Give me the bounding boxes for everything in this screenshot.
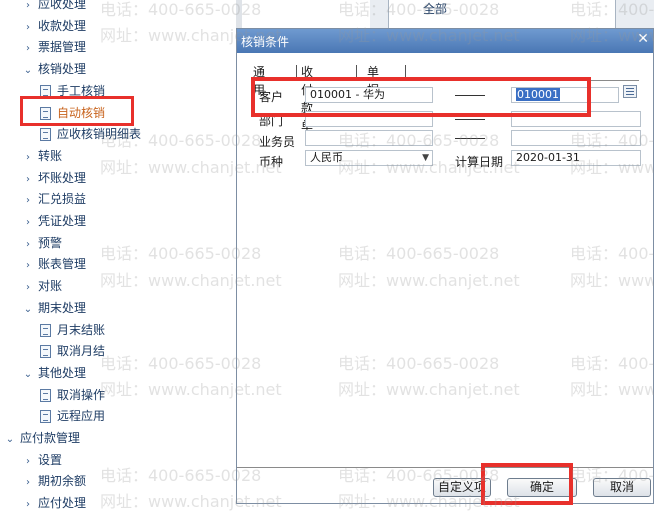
calc-date-label: 计算日期 — [455, 155, 504, 169]
document-icon — [40, 128, 51, 142]
tree-item-label: 取消月结 — [57, 344, 106, 359]
tree-item-label: 票据管理 — [38, 40, 87, 55]
range-dash — [455, 119, 485, 120]
dialog-title: 核销条件 — [241, 35, 290, 49]
tree-item-label: 预警 — [38, 235, 63, 250]
tree-item-label: 设置 — [38, 452, 63, 467]
writeoff-conditions-dialog: 核销条件 ✕ 通用 收付款单 单据 客户 010001 - 华为 010001 … — [236, 28, 654, 505]
chevron-right-icon[interactable]: › — [22, 148, 34, 168]
tree-item[interactable]: › 应付处理 — [22, 493, 86, 513]
calc-date-input[interactable]: 2020-01-31 — [511, 150, 641, 166]
chevron-right-icon[interactable]: › — [22, 213, 34, 233]
highlight-box-customer — [251, 77, 591, 117]
chevron-down-icon[interactable]: ⌄ — [4, 430, 16, 450]
tree-item-label: 应收核销明细表 — [57, 127, 142, 142]
tree-item-label: 转账 — [38, 148, 63, 163]
chevron-right-icon[interactable]: › — [22, 18, 34, 38]
cancel-button[interactable]: 取消 — [593, 478, 651, 497]
tree-item[interactable]: › 对账 — [22, 276, 62, 296]
chevron-right-icon[interactable]: › — [22, 278, 34, 298]
tree-item[interactable]: › 坏账处理 — [22, 168, 86, 188]
tree-item-label: 账表管理 — [38, 257, 87, 272]
tree-item-label: 坏账处理 — [38, 170, 87, 185]
tree-item[interactable]: › 收款处理 — [22, 16, 86, 36]
background-window-item[interactable]: 全部 — [423, 0, 447, 17]
tree-item-label: 期末处理 — [38, 300, 87, 315]
tree-item-label: 其他处理 — [38, 365, 87, 380]
dialog-title-bar[interactable]: 核销条件 ✕ — [237, 29, 653, 53]
tree-item-label: 收款处理 — [38, 18, 87, 33]
tree-item[interactable]: › 账表管理 — [22, 254, 86, 274]
calc-date-value: 2020-01-31 — [516, 151, 580, 164]
tree-item[interactable]: ⌄ 应付款管理 — [4, 428, 80, 448]
tree-item[interactable]: ⌄ 期末处理 — [22, 298, 86, 318]
highlight-box-auto-writeoff — [20, 96, 134, 126]
tree-item[interactable]: 取消操作 — [40, 385, 105, 405]
tree-item-label: 核销处理 — [38, 62, 87, 77]
tree-item-label: 期初余额 — [38, 474, 87, 489]
tree-item[interactable]: 月末结账 — [40, 320, 105, 340]
currency-label: 币种 — [259, 155, 284, 169]
tree-item-label: 凭证处理 — [38, 214, 87, 228]
salesperson-from-input[interactable] — [305, 130, 433, 146]
chevron-right-icon[interactable]: › — [22, 170, 34, 190]
chevron-right-icon[interactable]: › — [22, 191, 34, 211]
tree-item-label: 应收处理 — [38, 0, 87, 11]
tree-item[interactable]: ⌄ 核销处理 — [22, 59, 86, 79]
document-icon — [40, 345, 51, 359]
chevron-right-icon[interactable]: › — [22, 0, 34, 16]
chevron-down-icon: ▼ — [422, 153, 429, 163]
chevron-right-icon[interactable]: › — [22, 452, 34, 472]
document-icon — [40, 388, 51, 402]
salesperson-label: 业务员 — [259, 135, 296, 149]
tree-item-label: 汇兑损益 — [38, 192, 87, 207]
lookup-icon[interactable] — [623, 85, 637, 98]
tree-item[interactable]: › 预警 — [22, 233, 62, 253]
tree-item[interactable]: 应收核销明细表 — [40, 124, 141, 144]
range-dash — [455, 138, 485, 139]
tree-item-label: 取消操作 — [57, 387, 106, 402]
tree-item-label: 对账 — [38, 279, 63, 294]
currency-select[interactable]: 人民币 ▼ — [305, 150, 433, 166]
document-icon — [40, 410, 51, 424]
chevron-right-icon[interactable]: › — [22, 235, 34, 255]
tree-item-label: 应付款管理 — [20, 431, 81, 445]
chevron-right-icon[interactable]: › — [22, 256, 34, 276]
tree-item-label: 月末结账 — [57, 322, 106, 337]
chevron-right-icon[interactable]: › — [22, 495, 34, 515]
close-icon[interactable]: ✕ — [637, 31, 649, 47]
tree-item[interactable]: › 转账 — [22, 146, 62, 166]
document-icon — [40, 323, 51, 337]
tree-item[interactable]: › 设置 — [22, 450, 62, 470]
tree-item-label: 远程应用 — [57, 409, 106, 424]
navigation-tree: › 应收处理 › 收款处理 › 票据管理 ⌄ 核销处理 手工核销 自动核销 应收核销明细表 › 转账 › 坏… — [0, 0, 236, 510]
tree-item[interactable]: 远程应用 — [40, 406, 105, 426]
chevron-down-icon[interactable]: ⌄ — [22, 61, 34, 81]
chevron-right-icon[interactable]: › — [22, 39, 34, 59]
chevron-down-icon[interactable]: ⌄ — [22, 300, 34, 320]
chevron-down-icon[interactable]: ⌄ — [22, 365, 34, 385]
chevron-right-icon[interactable]: › — [22, 473, 34, 493]
tree-item[interactable]: 取消月结 — [40, 341, 105, 361]
tree-item[interactable]: ⌄ 其他处理 — [22, 363, 86, 383]
tree-item[interactable]: › 应收处理 — [22, 0, 86, 14]
currency-value: 人民币 — [310, 151, 343, 164]
salesperson-to-input[interactable] — [511, 130, 641, 146]
tree-item[interactable]: › 期初余额 — [22, 471, 86, 491]
tree-item[interactable]: › 凭证处理 — [22, 211, 86, 231]
highlight-box-ok — [481, 463, 573, 505]
tree-item-label: 应付处理 — [38, 496, 87, 511]
button-separator — [237, 467, 653, 468]
tree-item[interactable]: › 票据管理 — [22, 37, 86, 57]
tree-item[interactable]: › 汇兑损益 — [22, 189, 86, 209]
